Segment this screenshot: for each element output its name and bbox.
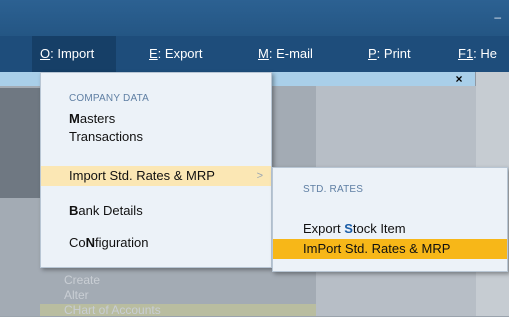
menu-item-label: Transactions bbox=[69, 129, 143, 144]
menu-item-label-prefix: Co bbox=[69, 235, 86, 250]
menu-import-label: : Import bbox=[50, 46, 95, 61]
menu-help[interactable]: F1: He bbox=[450, 36, 505, 72]
menu-export[interactable]: E: Export bbox=[141, 36, 210, 72]
menu-help-label: : He bbox=[473, 46, 498, 61]
menu-export-key: E bbox=[149, 46, 158, 61]
menu-help-key: F1 bbox=[458, 46, 474, 61]
menu-item-label: asters bbox=[79, 111, 116, 126]
section-label-company-data: COMPANY DATA bbox=[69, 93, 150, 104]
menu-item-masters[interactable]: Masters bbox=[69, 109, 115, 129]
menu-item-label: ank Details bbox=[78, 203, 143, 218]
hotkey-letter: B bbox=[69, 203, 79, 218]
menu-item-label: tock Item bbox=[352, 221, 406, 236]
background-side-block bbox=[0, 88, 40, 198]
menu-email[interactable]: M: E-mail bbox=[250, 36, 321, 72]
import-dropdown-menu: COMPANY DATA Masters Transactions Import… bbox=[40, 72, 272, 268]
menu-item-import-std-rates-mrp[interactable]: ImPort Std. Rates & MRP bbox=[273, 239, 507, 259]
menu-email-key: M bbox=[258, 46, 269, 61]
menu-item-label: figuration bbox=[95, 235, 149, 250]
title-bar: – bbox=[0, 0, 509, 36]
background-menu-item: Alter bbox=[64, 288, 89, 302]
minimize-button[interactable]: – bbox=[494, 10, 501, 24]
menu-item-configuration[interactable]: CoNfiguration bbox=[69, 233, 149, 253]
menu-print[interactable]: P: Print bbox=[360, 36, 419, 72]
close-icon[interactable]: × bbox=[452, 72, 466, 86]
menu-bar: O: Import E: Export M: E-mail P: Print F… bbox=[0, 36, 509, 72]
menu-item-import-std-rates[interactable]: Import Std. Rates & MRP > bbox=[41, 166, 271, 186]
menu-print-label: : Print bbox=[376, 46, 411, 61]
hotkey-letter: M bbox=[69, 111, 80, 126]
menu-item-transactions[interactable]: Transactions bbox=[69, 127, 143, 147]
menu-import[interactable]: O: Import bbox=[32, 36, 116, 72]
std-rates-submenu: STD. RATES Export Stock Item ImPort Std.… bbox=[272, 167, 508, 272]
menu-item-bank-details[interactable]: Bank Details bbox=[69, 201, 143, 221]
background-menu-item: CHart of Accounts bbox=[64, 303, 161, 317]
menu-item-label: ImPort Std. Rates & MRP bbox=[303, 241, 451, 256]
menu-email-label: : E-mail bbox=[268, 46, 313, 61]
background-menu-item: Create bbox=[64, 273, 101, 287]
menu-item-label-prefix: Export bbox=[303, 221, 345, 236]
chevron-right-icon: > bbox=[256, 170, 263, 182]
menu-item-export-stock-item[interactable]: Export Stock Item bbox=[303, 219, 406, 239]
hotkey-letter: S bbox=[344, 221, 353, 236]
hotkey-letter: N bbox=[85, 235, 96, 250]
section-label-std-rates: STD. RATES bbox=[303, 184, 364, 195]
menu-import-key: O bbox=[40, 46, 51, 61]
menu-export-label: : Export bbox=[157, 46, 203, 61]
menu-item-label: Import Std. Rates & MRP bbox=[69, 168, 215, 183]
menu-print-key: P bbox=[368, 46, 377, 61]
